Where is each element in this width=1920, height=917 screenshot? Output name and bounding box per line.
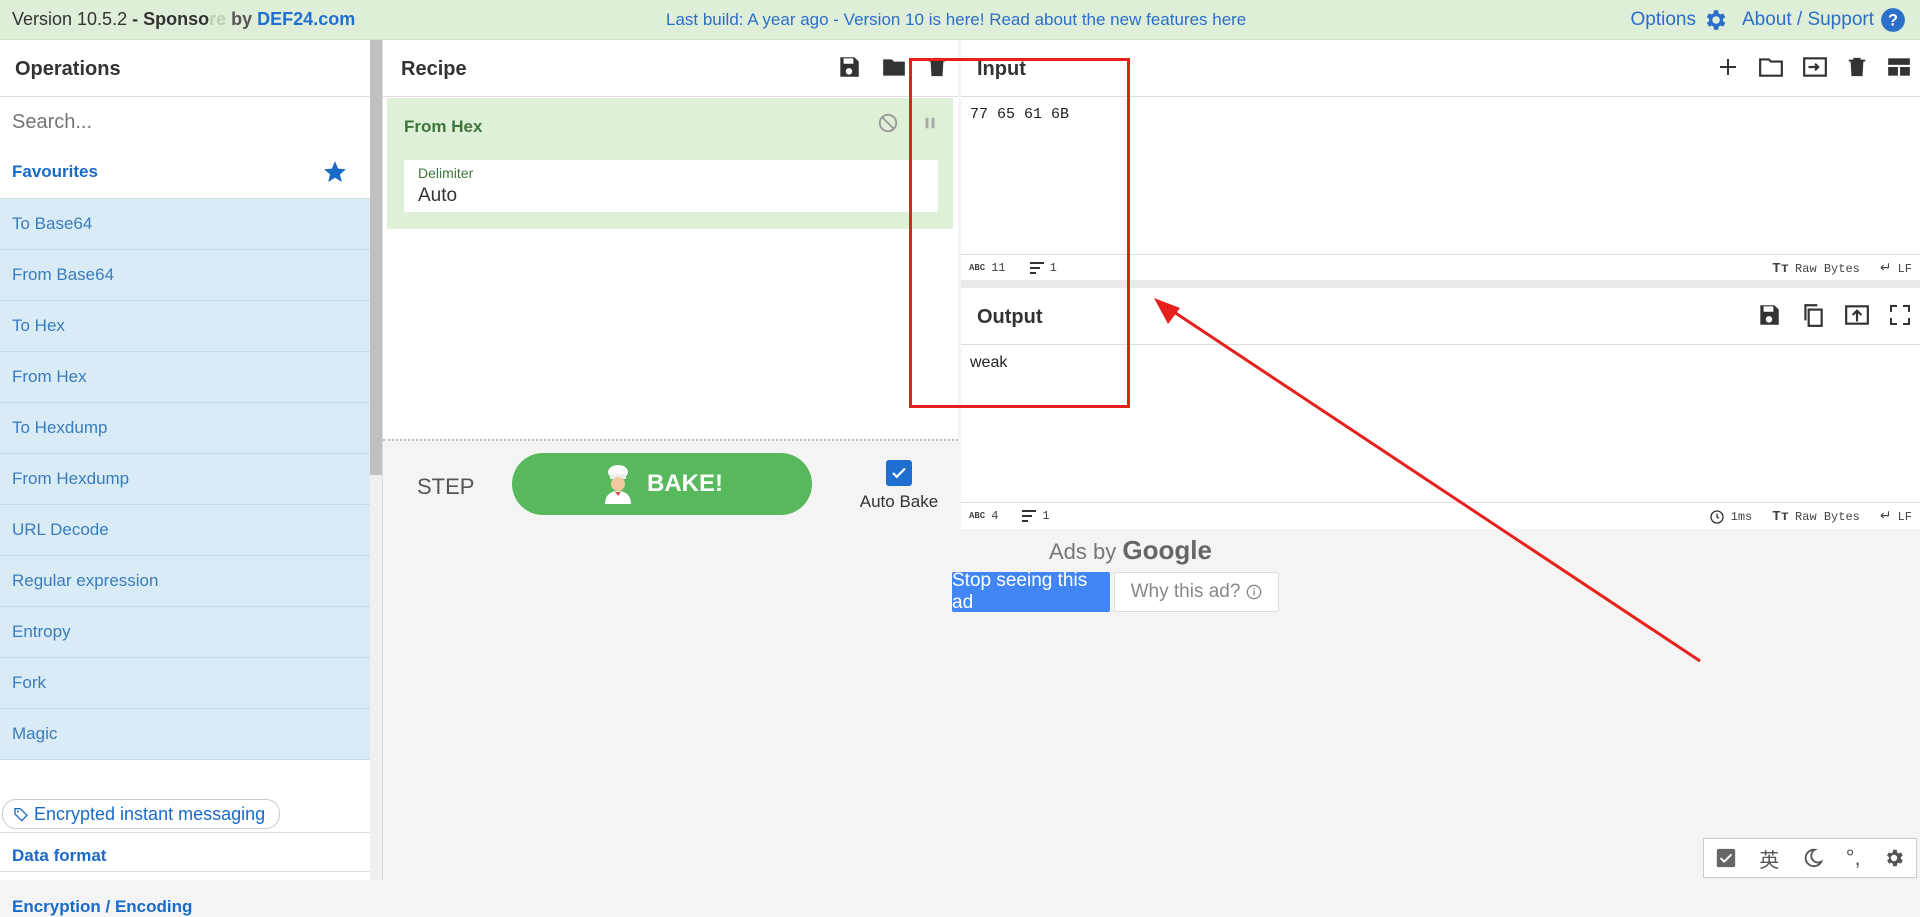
operations-title: Operations	[15, 58, 121, 80]
output-char-count: 4	[991, 509, 999, 523]
abc-icon: ABC	[969, 511, 986, 521]
operation-item[interactable]: Entropy	[0, 607, 370, 658]
options-button[interactable]: Options	[1630, 7, 1727, 33]
operations-panel: Operations Favourites To Base64 From Bas…	[0, 40, 371, 916]
build-notice-link[interactable]: Last build: A year ago - Version 10 is h…	[666, 10, 1246, 30]
delimiter-field[interactable]: Delimiter Auto	[404, 160, 938, 212]
save-icon[interactable]	[836, 54, 862, 80]
gear-icon	[1702, 7, 1728, 33]
ads-by-label: Ads by	[1049, 539, 1117, 564]
sponsor-faded: re	[209, 9, 227, 29]
maximize-icon[interactable]	[1888, 302, 1912, 328]
annotation-highlight-box	[909, 58, 1130, 408]
favourites-label: Favourites	[12, 162, 98, 181]
step-button[interactable]: STEP	[417, 474, 474, 500]
favourites-list: To Base64 From Base64 To Hex From Hex To…	[0, 199, 370, 760]
operation-item[interactable]: Regular expression	[0, 556, 370, 607]
output-encoding[interactable]: Raw Bytes	[1795, 510, 1860, 524]
lines-icon	[1022, 510, 1037, 522]
annotation-arrow	[1154, 298, 1701, 663]
bake-time: 1ms	[1730, 509, 1753, 524]
delimiter-label: Delimiter	[418, 165, 474, 181]
tag-label: Encrypted instant messaging	[34, 803, 266, 824]
operation-item[interactable]: URL Decode	[0, 505, 370, 556]
copy-icon[interactable]	[1800, 302, 1826, 328]
clock-icon	[1709, 509, 1725, 525]
ime-toolbar: 英 °,	[1703, 838, 1917, 878]
tag-icon	[13, 806, 29, 822]
operation-name: From Hex	[404, 117, 483, 136]
operation-item[interactable]: From Base64	[0, 250, 370, 301]
text-size-icon: Tт	[1772, 260, 1790, 277]
recipe-title: Recipe	[401, 58, 467, 80]
trash-icon[interactable]	[1846, 54, 1868, 80]
about-support-button[interactable]: About / Support ?	[1742, 7, 1906, 33]
operation-item[interactable]: From Hexdump	[0, 454, 370, 505]
sponsor-link[interactable]: DEF24.com	[257, 9, 355, 29]
load-file-icon[interactable]	[1802, 54, 1828, 80]
bake-button[interactable]: BAKE!	[512, 453, 812, 515]
save-icon[interactable]	[1756, 302, 1782, 328]
operation-item[interactable]: Fork	[0, 658, 370, 709]
input-encoding[interactable]: Raw Bytes	[1795, 262, 1860, 276]
open-folder-icon[interactable]	[1758, 54, 1784, 80]
plus-icon[interactable]	[1716, 54, 1740, 80]
favourites-header[interactable]: Favourites	[0, 147, 370, 199]
operation-item[interactable]: From Hex	[0, 352, 370, 403]
operation-item[interactable]: To Hex	[0, 301, 370, 352]
bake-label: BAKE!	[647, 470, 723, 497]
moon-icon[interactable]	[1802, 847, 1824, 869]
output-line-count: 1	[1042, 509, 1050, 523]
top-banner: Version 10.5.2 - Sponsore by DEF24.com L…	[0, 0, 1920, 40]
return-icon: ↵	[1879, 509, 1892, 525]
help-icon: ?	[1880, 7, 1906, 33]
auto-bake-toggle[interactable]: Auto Bake	[849, 460, 949, 512]
disable-icon[interactable]	[877, 112, 899, 134]
input-eol[interactable]: LF	[1898, 262, 1912, 276]
gear-icon[interactable]	[1883, 847, 1905, 869]
sponsor-prefix: - Sponso	[132, 9, 210, 29]
operations-scrollbar[interactable]	[370, 40, 383, 880]
operations-search	[0, 96, 370, 148]
stop-seeing-ad-button[interactable]: Stop seeing this ad	[952, 570, 1110, 613]
text-size-icon: Tт	[1772, 508, 1790, 525]
search-input[interactable]	[0, 97, 354, 147]
version-text: Version 10.5.2	[12, 9, 128, 29]
options-label: Options	[1630, 8, 1696, 30]
check-icon[interactable]	[1715, 847, 1737, 869]
svg-text:?: ?	[1888, 11, 1898, 29]
recipe-operation-card[interactable]: From Hex Delimiter Auto	[387, 98, 953, 229]
operation-item[interactable]: To Hexdump	[0, 403, 370, 454]
auto-bake-label: Auto Bake	[859, 492, 939, 511]
category-data-format[interactable]: Data format	[12, 846, 106, 866]
ad-tag-chip[interactable]: Encrypted instant messaging	[2, 799, 281, 829]
recipe-panel: Recipe From Hex Delimiter Auto	[383, 40, 958, 439]
return-icon: ↵	[1879, 261, 1892, 277]
category-encryption-encoding[interactable]: Encryption / Encoding	[12, 897, 192, 917]
chef-icon	[601, 464, 635, 504]
operation-item[interactable]: Magic	[0, 709, 370, 760]
folder-icon[interactable]	[880, 54, 908, 80]
sponsor-by: by	[231, 9, 253, 29]
banner-version: Version 10.5.2 - Sponsore by DEF24.com	[12, 9, 355, 30]
layout-icon[interactable]	[1886, 54, 1912, 80]
punctuation-icon[interactable]: °,	[1846, 845, 1861, 871]
scrollbar-thumb[interactable]	[370, 40, 382, 475]
output-eol[interactable]: LF	[1898, 510, 1912, 524]
replace-input-icon[interactable]	[1844, 302, 1870, 328]
about-label: About / Support	[1741, 8, 1874, 30]
delimiter-value[interactable]: Auto	[418, 185, 457, 207]
auto-bake-checkbox[interactable]	[886, 460, 912, 486]
ime-language-button[interactable]: 英	[1759, 844, 1779, 873]
bake-controls: STEP BAKE! Auto Bake	[383, 443, 958, 531]
operation-item[interactable]: To Base64	[0, 199, 370, 250]
star-icon[interactable]	[322, 159, 348, 185]
